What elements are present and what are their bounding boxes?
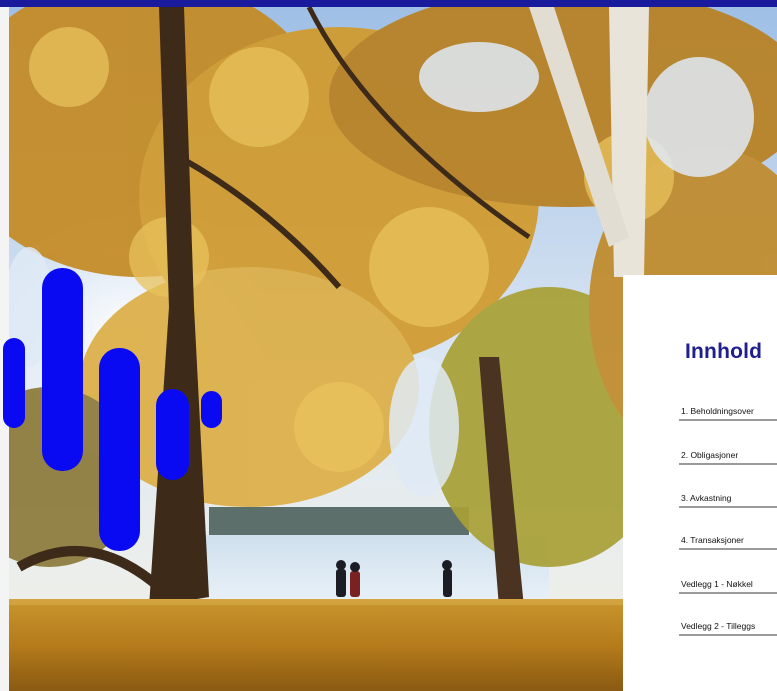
brand-bar-2: [42, 268, 83, 471]
toc-item[interactable]: 1. Beholdningsover: [679, 401, 777, 421]
toc-item-label: 2. Obligasjoner: [681, 450, 739, 460]
toc-item-label: 3. Avkastning: [681, 493, 732, 503]
brand-bar-3: [99, 348, 140, 551]
toc-item[interactable]: Vedlegg 2 - Tilleggs: [679, 616, 777, 636]
toc-item[interactable]: Vedlegg 1 - Nøkkel: [679, 574, 777, 594]
table-of-contents-panel: Innhold 1. Beholdningsover 2. Obligasjon…: [623, 275, 777, 691]
brand-bar-1: [3, 338, 25, 428]
toc-item-label: Vedlegg 1 - Nøkkel: [681, 579, 753, 589]
brand-bar-4: [156, 389, 189, 480]
top-accent-bar: [0, 0, 777, 7]
toc-title: Innhold: [685, 340, 763, 363]
toc-item-label: Vedlegg 2 - Tilleggs: [681, 621, 756, 631]
toc-item-label: 1. Beholdningsover: [681, 406, 754, 416]
brand-bar-5: [201, 391, 222, 428]
toc-item-label: 4. Transaksjoner: [681, 535, 744, 545]
toc-item[interactable]: 3. Avkastning: [679, 488, 777, 508]
toc-item[interactable]: 2. Obligasjoner: [679, 445, 777, 465]
toc-item[interactable]: 4. Transaksjoner: [679, 530, 777, 550]
